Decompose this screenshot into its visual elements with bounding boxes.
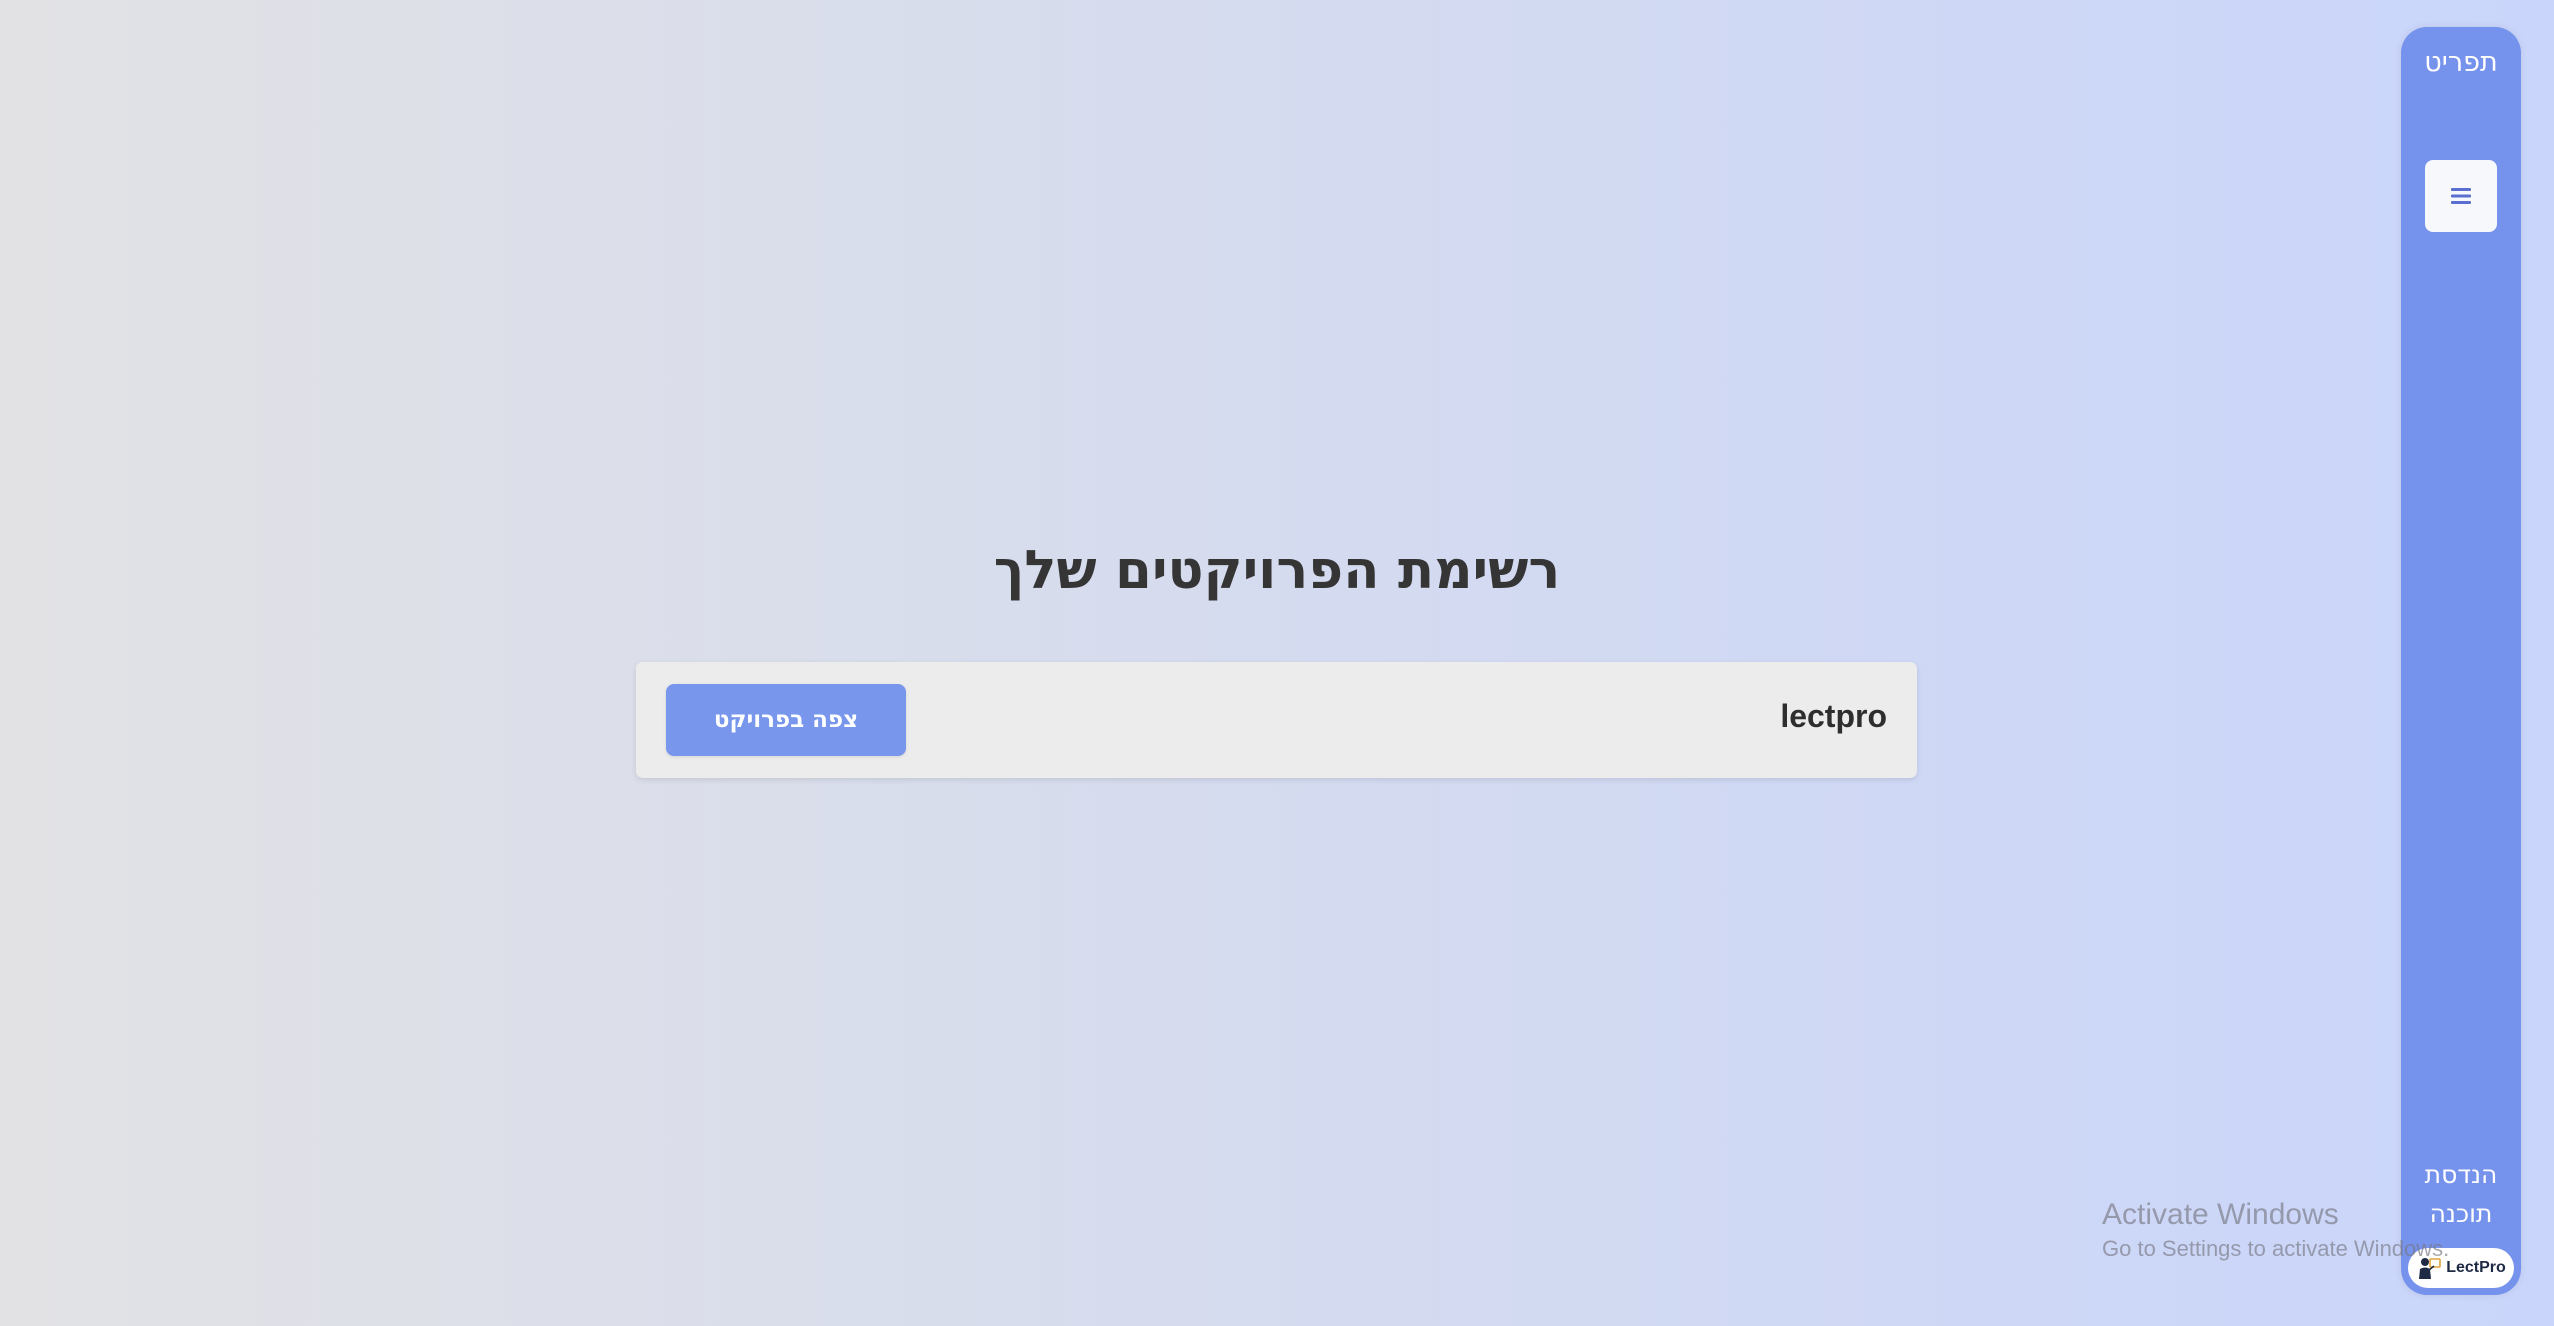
view-project-button[interactable]: צפה בפרויקט [666,684,906,756]
watermark-subtitle: Go to Settings to activate Windows. [2102,1236,2450,1261]
windows-activation-watermark: Activate Windows Go to Settings to activ… [2102,1196,2449,1264]
project-name: lectpro [1780,698,1887,734]
logo-text: LectPro [2446,1259,2506,1276]
project-card: lectpro צפה בפרויקט [636,662,1917,778]
sidebar-title: תפריט [2424,47,2498,78]
sidebar: תפריט הנדסת תוכנה LectPro [2401,27,2521,1295]
page-title: רשימת הפרויקטים שלך [993,540,1561,601]
menu-toggle-button[interactable] [2425,160,2497,232]
watermark-title: Activate Windows [2102,1198,2339,1231]
footer-line-1: הנדסת [2424,1160,2498,1189]
hamburger-menu-icon [2451,188,2471,204]
